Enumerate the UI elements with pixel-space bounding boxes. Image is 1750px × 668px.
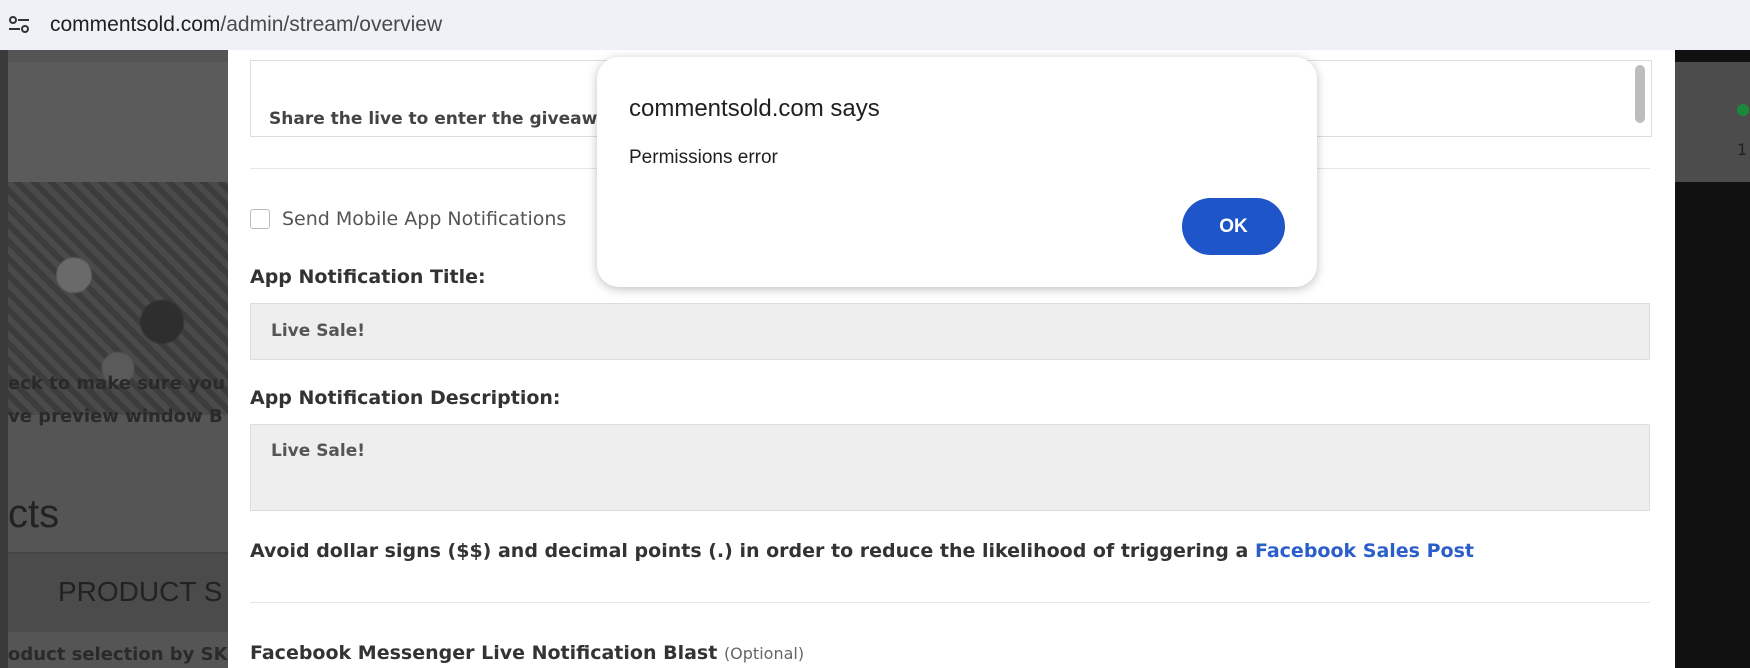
app-notification-description-input[interactable]: Live Sale! bbox=[250, 424, 1650, 511]
background-status-panel: 1 bbox=[1675, 62, 1750, 182]
facebook-sales-post-link[interactable]: Facebook Sales Post bbox=[1255, 540, 1474, 562]
divider bbox=[250, 602, 1650, 603]
optional-tag: (Optional) bbox=[723, 644, 805, 663]
background-tab-bar: PRODUCT S bbox=[8, 552, 228, 632]
share-text: Share the live to enter the giveaway bbox=[269, 109, 620, 129]
background-text-bottom: oduct selection by SK bbox=[8, 644, 228, 665]
app-notification-title-label: App Notification Title: bbox=[250, 266, 486, 288]
messenger-blast-label: Facebook Messenger Live Notification Bla… bbox=[250, 642, 718, 664]
background-number: 1 bbox=[1737, 140, 1748, 159]
app-notification-description-label: App Notification Description: bbox=[250, 387, 561, 409]
avoid-hint-text: Avoid dollar signs ($$) and decimal poin… bbox=[250, 540, 1249, 562]
browser-url-bar: commentsold.com/admin/stream/overview bbox=[0, 0, 1750, 50]
background-text-line2: ve preview window B bbox=[8, 406, 223, 427]
alert-dialog: commentsold.com says Permissions error O… bbox=[597, 57, 1317, 287]
messenger-blast-heading: Facebook Messenger Live Notification Bla… bbox=[250, 642, 804, 664]
avoid-hint: Avoid dollar signs ($$) and decimal poin… bbox=[250, 540, 1474, 562]
background-panel bbox=[8, 62, 228, 182]
app-notification-description-value: Live Sale! bbox=[271, 441, 366, 461]
background-tab: PRODUCT S bbox=[58, 576, 223, 607]
background-text-line1: eck to make sure you bbox=[8, 373, 226, 394]
address-field[interactable]: commentsold.com/admin/stream/overview bbox=[50, 10, 442, 40]
url-path: /admin/stream/overview bbox=[220, 13, 443, 36]
ok-button[interactable]: OK bbox=[1182, 198, 1285, 255]
background-page-right: 1 bbox=[1675, 50, 1750, 668]
app-notification-title-input[interactable]: Live Sale! bbox=[250, 303, 1650, 360]
send-mobile-notifications-checkbox[interactable] bbox=[250, 209, 270, 229]
dialog-title: commentsold.com says bbox=[629, 95, 880, 122]
background-heading: cts bbox=[8, 492, 60, 536]
textarea-scrollbar[interactable] bbox=[1635, 65, 1645, 123]
dialog-message: Permissions error bbox=[629, 147, 778, 168]
live-status-dot-icon bbox=[1737, 104, 1749, 116]
background-page-left: eck to make sure you ve preview window B… bbox=[8, 50, 228, 668]
send-mobile-notifications-label: Send Mobile App Notifications bbox=[282, 208, 567, 230]
app-notification-title-value: Live Sale! bbox=[271, 321, 366, 341]
site-settings-icon[interactable] bbox=[8, 14, 30, 36]
send-mobile-notifications-row: Send Mobile App Notifications bbox=[250, 208, 566, 230]
url-host: commentsold.com bbox=[50, 13, 221, 36]
